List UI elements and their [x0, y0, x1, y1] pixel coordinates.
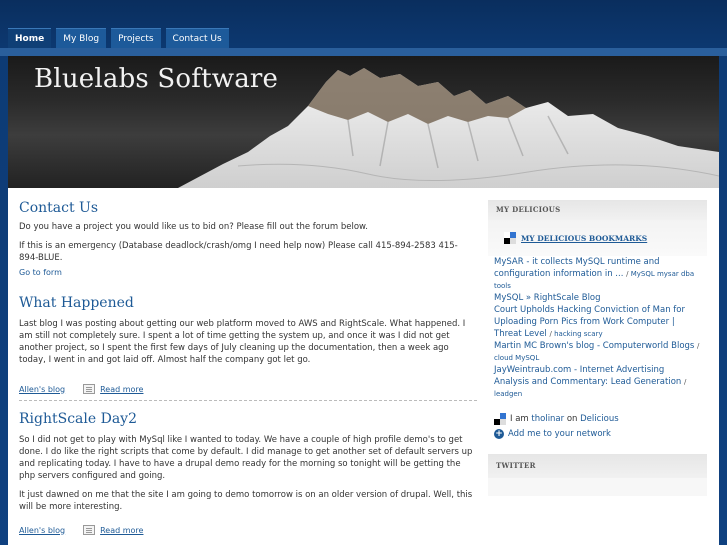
bookmark-tags[interactable]: hacking scary: [554, 330, 602, 338]
post-links: Allen's blog Read more: [19, 525, 477, 535]
document-icon: [83, 525, 96, 535]
read-more-link[interactable]: Read more: [100, 526, 143, 535]
delicious-logo-icon: [504, 231, 517, 245]
on-label: on: [564, 414, 581, 424]
list-item: Martin MC Brown's blog - Computerworld B…: [494, 341, 700, 362]
post-links: Allen's blog Read more: [19, 384, 477, 394]
delicious-site-link[interactable]: Delicious: [580, 414, 619, 424]
bookmark-tags[interactable]: cloud MySQL: [494, 354, 539, 362]
list-item: MySAR - it collects MySQL runtime and co…: [494, 257, 695, 290]
post-body-2: It just dawned on me that the site I am …: [19, 490, 473, 512]
bookmark-tags[interactable]: leadgen: [494, 390, 522, 398]
list-item: JayWeintraub.com - Internet Advertising …: [494, 365, 687, 398]
nav-divider: [0, 48, 727, 56]
sidebar: MY DELICIOUS MY DELICIOUS BOOKMARKS MySA…: [488, 200, 707, 496]
read-more-link[interactable]: Read more: [100, 385, 143, 394]
delicious-block-title: MY DELICIOUS: [488, 200, 707, 220]
post-body: Last blog I was posting about getting ou…: [19, 319, 466, 365]
blog-link[interactable]: Allen's blog: [19, 385, 65, 394]
post-title[interactable]: RightScale Day2: [19, 411, 477, 427]
go-to-form-link[interactable]: Go to form: [19, 268, 477, 277]
nav-home[interactable]: Home: [8, 28, 52, 48]
add-network-line: + Add me to your network: [488, 427, 707, 441]
twitter-block-body: [488, 478, 707, 496]
header-banner: Bluelabs Software: [8, 56, 719, 188]
post-separator: [19, 400, 477, 401]
delicious-bookmarks-link[interactable]: MY DELICIOUS BOOKMARKS: [521, 234, 647, 243]
add-to-network-link[interactable]: Add me to your network: [508, 429, 611, 439]
bookmark-link[interactable]: JayWeintraub.com - Internet Advertising …: [494, 365, 681, 387]
post-body: So I did not get to play with MySql like…: [19, 435, 473, 481]
site-title: Bluelabs Software: [34, 64, 279, 94]
nav-projects[interactable]: Projects: [111, 28, 161, 48]
contact-text-2: If this is an emergency (Database deadlo…: [19, 241, 458, 263]
list-item: Court Upholds Hacking Conviction of Man …: [494, 305, 685, 339]
document-icon: [83, 384, 96, 394]
main-content: Contact Us Do you have a project you wou…: [19, 197, 477, 535]
page-container: Bluelabs Software Contact Us Do you have…: [8, 56, 719, 545]
delicious-user-line: I am tholinar on Delicious: [488, 412, 707, 426]
list-item: MySQL » RightScale Blog: [494, 292, 701, 304]
twitter-block-title: TWITTER: [488, 454, 707, 478]
blog-link[interactable]: Allen's blog: [19, 526, 65, 535]
add-icon: +: [494, 429, 504, 439]
bookmark-link[interactable]: Martin MC Brown's blog - Computerworld B…: [494, 341, 694, 351]
delicious-logo-icon: [494, 413, 506, 425]
nav-contact-us[interactable]: Contact Us: [165, 28, 229, 48]
delicious-header: MY DELICIOUS BOOKMARKS: [488, 220, 707, 256]
bookmark-list: MySAR - it collects MySQL runtime and co…: [488, 256, 707, 400]
contact-title[interactable]: Contact Us: [19, 200, 477, 216]
delicious-username-link[interactable]: tholinar: [531, 414, 564, 424]
nav-my-blog[interactable]: My Blog: [56, 28, 107, 48]
post-title[interactable]: What Happened: [19, 295, 477, 311]
contact-text-1: Do you have a project you would like us …: [19, 222, 368, 232]
primary-nav: Home My Blog Projects Contact Us: [8, 28, 229, 48]
i-am-label: I am: [510, 414, 532, 424]
bookmark-link[interactable]: MySQL » RightScale Blog: [494, 293, 601, 303]
